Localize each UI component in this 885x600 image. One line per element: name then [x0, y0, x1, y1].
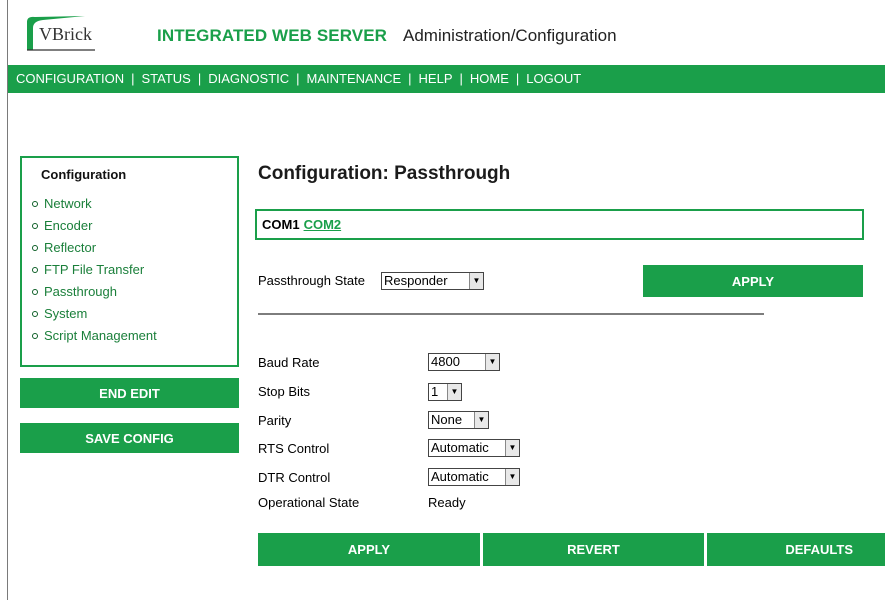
select-value: Automatic [431, 469, 489, 484]
sidebar-item-label: Passthrough [44, 284, 117, 299]
nav-separator: | [197, 71, 202, 86]
dropdown-arrow-icon: ▼ [505, 440, 519, 456]
nav-separator: | [131, 71, 135, 86]
nav-separator: | [515, 71, 520, 86]
app-subtitle: Administration/Configuration [403, 26, 617, 45]
stop-bits-select[interactable]: 1 ▼ [428, 383, 462, 401]
sidebar-item-label: Script Management [44, 328, 157, 343]
select-value: Automatic [431, 440, 489, 455]
stop-bits-label: Stop Bits [258, 384, 311, 399]
bullet-icon [32, 201, 38, 207]
passthrough-state-label: Passthrough State [258, 273, 365, 288]
header: VBrick INTEGRATED WEB SERVER Administrat… [8, 0, 885, 64]
operational-state-value: Ready [428, 495, 466, 510]
sidebar-config-menu: Configuration Network Encoder Reflector … [20, 156, 239, 367]
dropdown-arrow-icon: ▼ [469, 273, 483, 289]
nav-configuration[interactable]: CONFIGURATION [16, 71, 124, 86]
top-nav: CONFIGURATION | STATUS | DIAGNOSTIC | MAINTENA… [8, 65, 885, 93]
bullet-icon [32, 311, 38, 317]
baud-rate-label: Baud Rate [258, 355, 320, 370]
save-config-button[interactable]: SAVE CONFIG [20, 423, 239, 453]
sidebar-title: Configuration [41, 167, 127, 182]
revert-button[interactable]: REVERT [483, 533, 704, 566]
apply-button[interactable]: APPLY [258, 533, 480, 566]
sidebar-list: Network Encoder Reflector FTP File Trans… [30, 196, 157, 350]
baud-rate-select[interactable]: 4800 ▼ [428, 353, 500, 371]
sidebar-item-label: FTP File Transfer [44, 262, 145, 277]
sidebar-item-label: System [44, 306, 88, 321]
operational-state-label: Operational State [258, 495, 360, 510]
sidebar-item-label: Reflector [44, 240, 97, 255]
rts-control-label: RTS Control [258, 441, 330, 456]
end-edit-button[interactable]: END EDIT [20, 378, 239, 408]
nav-separator: | [408, 71, 412, 86]
nav-separator: | [296, 71, 300, 86]
logo-text: VBrick [39, 24, 92, 44]
app-title: INTEGRATED WEB SERVER [157, 26, 388, 45]
dropdown-arrow-icon: ▼ [505, 469, 519, 485]
select-value: None [431, 412, 463, 427]
nav-logout[interactable]: LOGOUT [526, 71, 581, 86]
com-port-tabs: COM1 COM2 [255, 209, 864, 240]
apply-state-button[interactable]: APPLY [643, 265, 863, 297]
sidebar-item-ftp[interactable]: FTP File Transfer [30, 262, 157, 284]
sidebar-item-system[interactable]: System [30, 306, 157, 328]
select-value: 1 [431, 384, 439, 399]
tab-com1[interactable]: COM1 [262, 217, 300, 232]
sidebar-item-passthrough[interactable]: Passthrough [30, 284, 157, 306]
dropdown-arrow-icon: ▼ [485, 354, 499, 370]
passthrough-state-select[interactable]: Responder ▼ [381, 272, 484, 290]
sidebar-item-network[interactable]: Network [30, 196, 157, 218]
nav-status[interactable]: STATUS [141, 71, 190, 86]
sidebar-item-label: Encoder [44, 218, 93, 233]
bullet-icon [32, 245, 38, 251]
page-title: Configuration: Passthrough [258, 163, 511, 184]
select-value: 4800 [431, 354, 460, 369]
bullet-icon [32, 223, 38, 229]
defaults-button[interactable]: DEFAULTS [707, 533, 885, 566]
nav-diagnostic[interactable]: DIAGNOSTIC [208, 71, 289, 86]
nav-separator: | [459, 71, 463, 86]
dropdown-arrow-icon: ▼ [474, 412, 488, 428]
bullet-icon [32, 333, 38, 339]
sidebar-item-encoder[interactable]: Encoder [30, 218, 157, 240]
bullet-icon [32, 267, 38, 273]
parity-select[interactable]: None ▼ [428, 411, 489, 429]
sidebar-item-reflector[interactable]: Reflector [30, 240, 157, 262]
sidebar-item-script-management[interactable]: Script Management [30, 328, 157, 350]
nav-maintenance[interactable]: MAINTENANCE [307, 71, 402, 86]
nav-home[interactable]: HOME [470, 71, 509, 86]
tab-com2-link[interactable]: COM2 [304, 217, 342, 232]
bullet-icon [32, 289, 38, 295]
dropdown-arrow-icon: ▼ [447, 384, 461, 400]
dtr-control-select[interactable]: Automatic ▼ [428, 468, 520, 486]
dtr-control-label: DTR Control [258, 470, 331, 485]
section-divider [258, 313, 764, 315]
sidebar-item-label: Network [44, 196, 92, 211]
rts-control-select[interactable]: Automatic ▼ [428, 439, 520, 457]
nav-help[interactable]: HELP [419, 71, 453, 86]
parity-label: Parity [258, 413, 292, 428]
select-value: Responder [384, 273, 448, 288]
vbrick-logo: VBrick [25, 14, 117, 52]
